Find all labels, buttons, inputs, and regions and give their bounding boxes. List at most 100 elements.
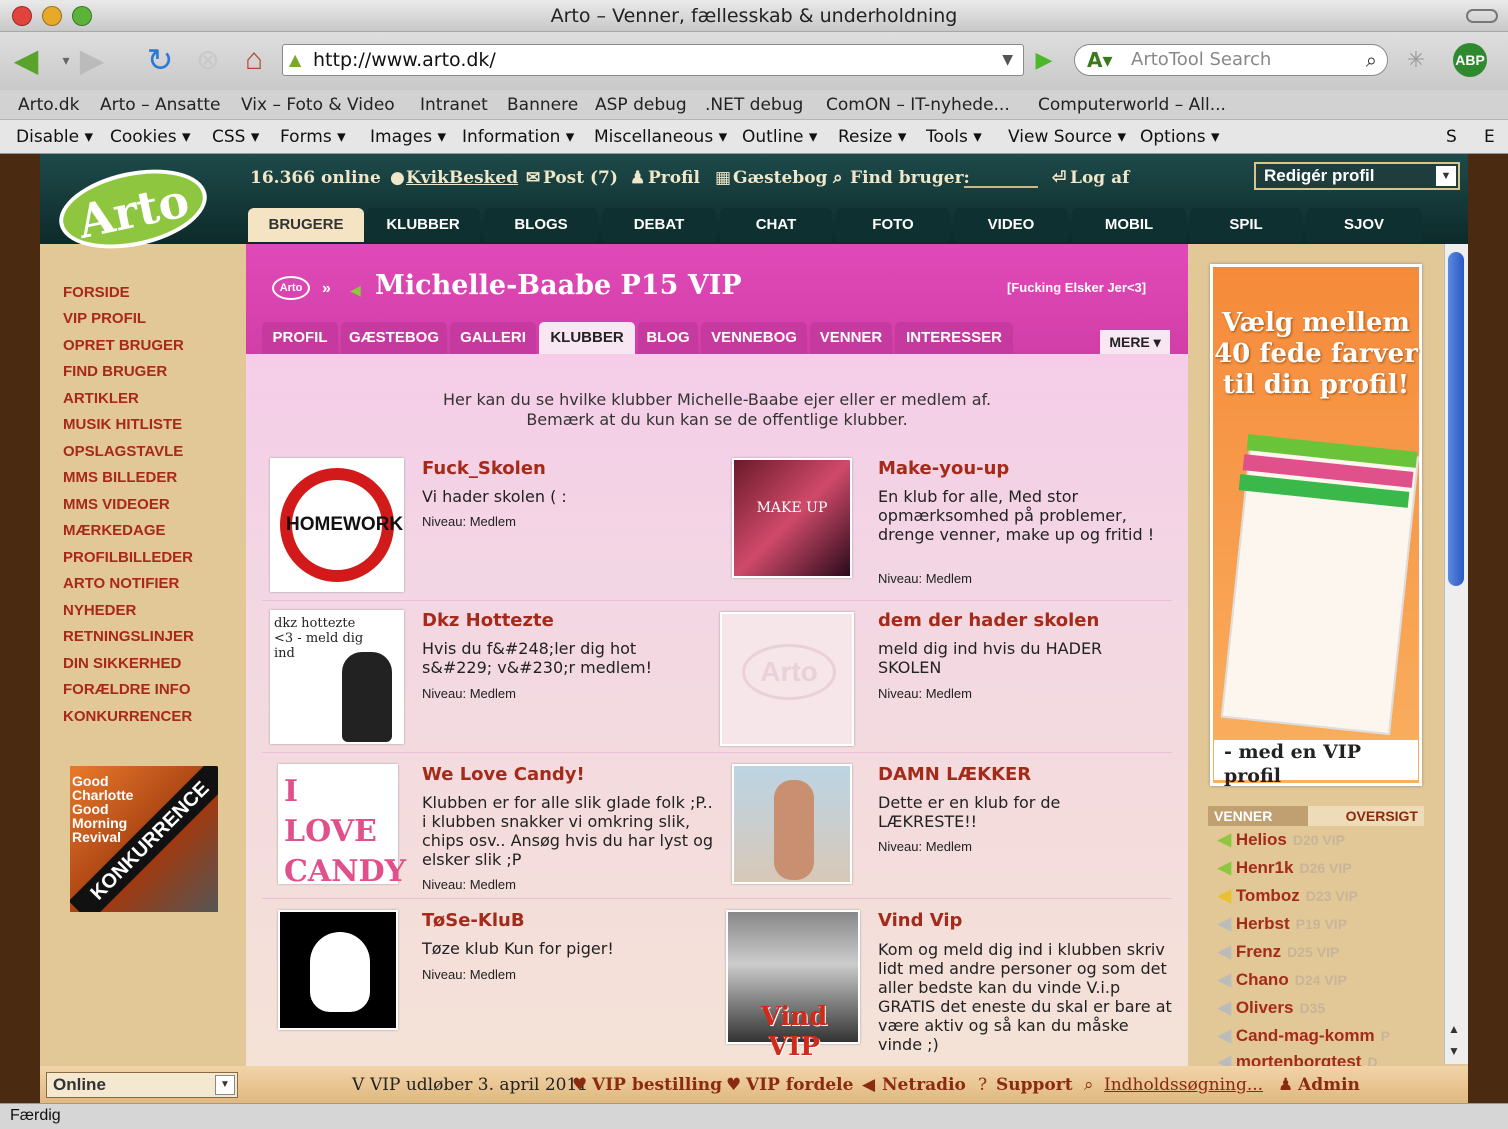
history-dropdown-icon[interactable]: ▼ bbox=[1002, 45, 1013, 75]
devbar-menu[interactable]: View Source ▾ bbox=[1008, 127, 1126, 147]
sidebar-item-find-bruger[interactable]: FIND BRUGER bbox=[63, 363, 167, 380]
devbar-menu[interactable]: Miscellaneous ▾ bbox=[594, 127, 727, 147]
sidebar-item-foraeldre-info[interactable]: FORÆLDRE INFO bbox=[63, 681, 191, 698]
club-image[interactable] bbox=[278, 910, 398, 1030]
home-icon[interactable]: ⌂ bbox=[234, 40, 274, 80]
find-bruger-input[interactable] bbox=[964, 186, 1038, 188]
devbar-menu[interactable]: E bbox=[1484, 127, 1495, 147]
sidebar-item-maerkedage[interactable]: MÆRKEDAGE bbox=[63, 522, 166, 539]
online-status-dropdown[interactable]: Online ▼ bbox=[46, 1072, 238, 1098]
club-image[interactable]: Vind VIP bbox=[726, 910, 860, 1062]
club-title[interactable]: Dkz Hottezte bbox=[422, 610, 554, 631]
bookmark-item[interactable]: ASP debug bbox=[595, 95, 687, 115]
devbar-menu[interactable]: Cookies ▾ bbox=[110, 127, 191, 147]
friends-overview-link[interactable]: OVERSIGT bbox=[1308, 806, 1424, 826]
friend-item[interactable]: ◀ Tomboz D23 VIP bbox=[1218, 886, 1358, 906]
stop-icon[interactable]: ⊗ bbox=[188, 40, 228, 80]
netradio-link[interactable]: Netradio bbox=[882, 1075, 966, 1095]
club-title[interactable]: TøSe-KluB bbox=[422, 910, 525, 931]
bookmark-item[interactable]: Vix – Foto & Video bbox=[241, 95, 395, 115]
content-search-input[interactable]: Indholdssøgning... bbox=[1104, 1075, 1263, 1095]
club-title[interactable]: We Love Candy! bbox=[422, 764, 585, 785]
subtab-interesser[interactable]: INTERESSER bbox=[895, 322, 1013, 354]
friend-item[interactable]: ◀ Frenz D25 VIP bbox=[1218, 942, 1339, 962]
sidebar-item-arto-notifier[interactable]: ARTO NOTIFIER bbox=[63, 575, 179, 592]
friend-item[interactable]: ◀ Olivers D35 bbox=[1218, 998, 1325, 1018]
more-dropdown[interactable]: MERE ▾ bbox=[1100, 330, 1170, 354]
friend-item[interactable]: ◀ Henr1k D26 VIP bbox=[1218, 858, 1352, 878]
club-title[interactable]: Vind Vip bbox=[878, 910, 962, 931]
toolbar-toggle-button[interactable] bbox=[1466, 9, 1498, 23]
sidebar-item-musik-hitliste[interactable]: MUSIK HITLISTE bbox=[63, 416, 182, 433]
scroll-down-icon[interactable]: ▼ bbox=[1448, 1044, 1460, 1058]
reload-icon[interactable]: ↻ bbox=[140, 40, 180, 80]
subtab-blog[interactable]: BLOG bbox=[638, 322, 698, 354]
club-image[interactable]: HOMEWORK bbox=[270, 458, 404, 592]
club-title[interactable]: DAMN LÆKKER bbox=[878, 764, 1031, 785]
go-arrow-icon[interactable]: ▶ bbox=[1024, 40, 1064, 80]
edit-profile-dropdown[interactable]: Redigér profil ▼ bbox=[1254, 162, 1460, 190]
friend-item[interactable]: ◀ Herbst P19 VIP bbox=[1218, 914, 1347, 934]
friend-item[interactable]: ◀ Cand-mag-komm P bbox=[1218, 1026, 1440, 1046]
club-title[interactable]: Fuck_Skolen bbox=[422, 458, 546, 479]
kvikbesked-link[interactable]: KvikBesked bbox=[406, 168, 518, 188]
sidebar-item-mms-videoer[interactable]: MMS VIDEOER bbox=[63, 496, 170, 513]
subtab-profil[interactable]: PROFIL bbox=[262, 322, 338, 354]
scrollbar-thumb[interactable] bbox=[1448, 252, 1464, 586]
sidebar-item-mms-billeder[interactable]: MMS BILLEDER bbox=[63, 469, 177, 486]
search-box[interactable]: A▾ ArtoTool Search ⌕ bbox=[1074, 44, 1388, 76]
bookmark-item[interactable]: .NET debug bbox=[705, 95, 803, 115]
friend-item[interactable]: ◀ mortenborgtest D bbox=[1218, 1052, 1440, 1066]
gaestebog-link[interactable]: Gæstebog bbox=[733, 168, 827, 188]
bookmark-item[interactable]: Bannere bbox=[507, 95, 578, 115]
post-link[interactable]: Post (7) bbox=[543, 168, 618, 188]
club-image[interactable]: dkz hottezte <3 - meld dig ind bbox=[270, 610, 404, 744]
tab-chat[interactable]: CHAT bbox=[720, 208, 832, 242]
subtab-venner[interactable]: VENNER bbox=[810, 322, 892, 354]
sidebar-item-opslagstavle[interactable]: OPSLAGSTAVLE bbox=[63, 443, 183, 460]
club-image[interactable]: I LOVE CANDY bbox=[278, 764, 406, 889]
sidebar-item-retningslinjer[interactable]: RETNINGSLINJER bbox=[63, 628, 194, 645]
devbar-menu[interactable]: CSS ▾ bbox=[212, 127, 259, 147]
adblock-button[interactable]: ABP bbox=[1453, 43, 1487, 77]
club-image[interactable]: MAKE UP bbox=[732, 458, 852, 578]
club-title[interactable]: dem der hader skolen bbox=[878, 610, 1099, 631]
friend-item[interactable]: ◀ Chano D24 VIP bbox=[1218, 970, 1347, 990]
club-image[interactable] bbox=[732, 764, 852, 884]
subtab-klubber[interactable]: KLUBBER bbox=[539, 322, 635, 354]
tab-spil[interactable]: SPIL bbox=[1190, 208, 1302, 242]
scroll-up-icon[interactable]: ▲ bbox=[1448, 1022, 1460, 1036]
devbar-menu[interactable]: Disable ▾ bbox=[16, 127, 93, 147]
subtab-galleri[interactable]: GALLERI bbox=[450, 322, 536, 354]
search-engine-icon[interactable]: A▾ bbox=[1087, 45, 1113, 75]
tab-foto[interactable]: FOTO bbox=[836, 208, 950, 242]
tab-brugere[interactable]: BRUGERE bbox=[248, 208, 364, 242]
profil-link[interactable]: Profil bbox=[648, 168, 700, 188]
sidebar-item-vip-profil[interactable]: VIP PROFIL bbox=[63, 310, 146, 327]
subtab-vennebog[interactable]: VENNEBOG bbox=[701, 322, 807, 354]
devbar-menu[interactable]: Images ▾ bbox=[370, 127, 446, 147]
devbar-menu[interactable]: Resize ▾ bbox=[838, 127, 906, 147]
tab-klubber[interactable]: KLUBBER bbox=[366, 208, 480, 242]
devbar-menu[interactable]: S bbox=[1446, 127, 1457, 147]
club-image[interactable]: Arto bbox=[720, 612, 854, 746]
devbar-menu[interactable]: Outline ▾ bbox=[742, 127, 817, 147]
bookmark-item[interactable]: ComON – IT-nyhede... bbox=[826, 95, 1010, 115]
tab-sjov[interactable]: SJOV bbox=[1306, 208, 1422, 242]
devbar-menu[interactable]: Information ▾ bbox=[462, 127, 574, 147]
support-link[interactable]: Support bbox=[996, 1075, 1073, 1095]
sidebar-item-opret-bruger[interactable]: OPRET BRUGER bbox=[63, 337, 184, 354]
admin-link[interactable]: Admin bbox=[1298, 1075, 1360, 1095]
devbar-menu[interactable]: Options ▾ bbox=[1140, 127, 1220, 147]
devbar-menu[interactable]: Forms ▾ bbox=[280, 127, 346, 147]
vip-bestilling-link[interactable]: VIP bestilling bbox=[592, 1075, 722, 1095]
vip-fordele-link[interactable]: VIP fordele bbox=[746, 1075, 853, 1095]
devbar-menu[interactable]: Tools ▾ bbox=[926, 127, 982, 147]
address-bar[interactable]: ▲ http://www.arto.dk/ ▼ bbox=[282, 44, 1024, 76]
search-icon[interactable]: ⌕ bbox=[1366, 45, 1377, 75]
friend-item[interactable]: ◀ Helios D20 VIP bbox=[1218, 830, 1345, 850]
bookmark-item[interactable]: Arto – Ansatte bbox=[100, 95, 220, 115]
bookmark-item[interactable]: Intranet bbox=[420, 95, 488, 115]
log-af-link[interactable]: Log af bbox=[1070, 168, 1129, 188]
bookmark-item[interactable]: Arto.dk bbox=[18, 95, 79, 115]
